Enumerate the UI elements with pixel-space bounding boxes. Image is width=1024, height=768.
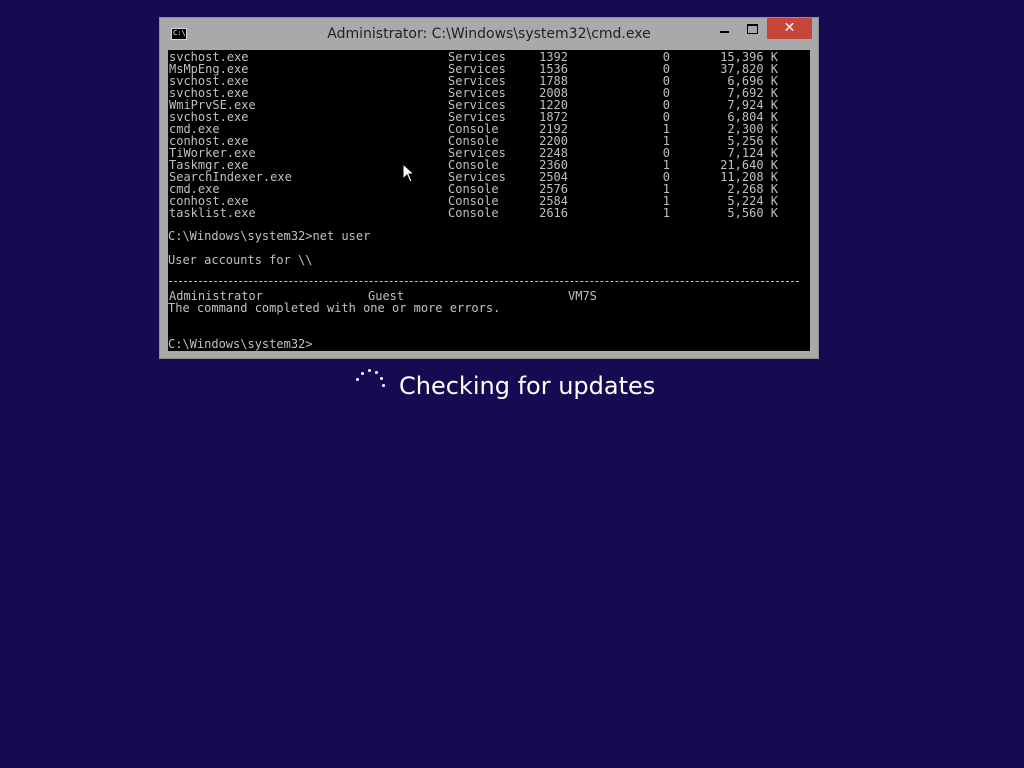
- process-mem: 5,560 K: [727, 206, 778, 220]
- cmd-window[interactable]: C:\ Administrator: C:\Windows\system32\c…: [159, 17, 819, 359]
- maximize-button[interactable]: [735, 18, 769, 40]
- status-text: Checking for updates: [399, 372, 656, 400]
- process-pid: 2616: [539, 206, 568, 220]
- command-prompt: C:\Windows\system32>: [168, 337, 313, 351]
- update-status: Checking for updates: [354, 368, 674, 404]
- completion-message: The command completed with one or more e…: [168, 301, 501, 315]
- process-session: Console: [448, 206, 499, 220]
- process-num: 1: [662, 206, 670, 220]
- console-output[interactable]: svchost.exe 1392 Services 0 15,396 K MsMpEng.…: [168, 50, 810, 351]
- close-button[interactable]: ✕: [767, 18, 812, 39]
- process-row: tasklist.exe 2616 Console 1 5,560 K: [168, 207, 810, 219]
- process-name: tasklist.exe: [169, 206, 256, 220]
- separator-line: [169, 281, 799, 282]
- loading-spinner-icon: [354, 368, 388, 392]
- title-bar[interactable]: C:\ Administrator: C:\Windows\system32\c…: [160, 18, 818, 50]
- mouse-pointer-icon: [402, 163, 416, 183]
- account-name: VM7S: [568, 289, 597, 303]
- accounts-header: User accounts for \\: [168, 253, 313, 267]
- command-line: C:\Windows\system32>net user: [168, 229, 371, 243]
